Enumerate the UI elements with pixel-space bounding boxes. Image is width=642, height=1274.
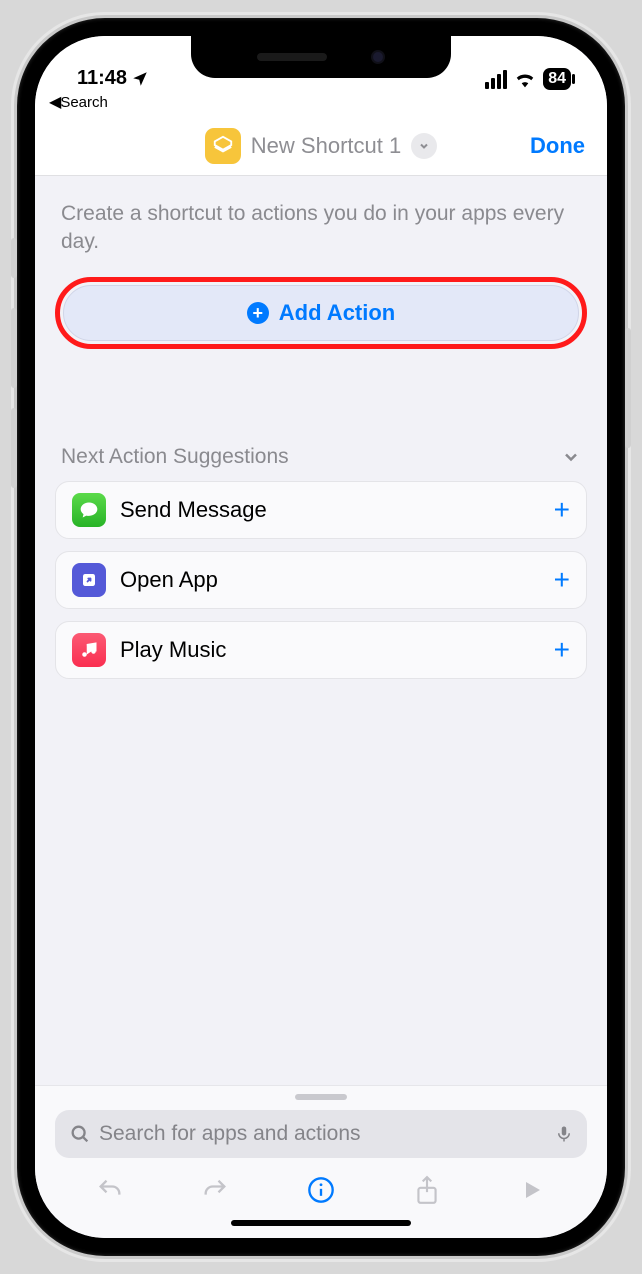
plus-icon[interactable]: + (554, 564, 570, 596)
search-icon (69, 1123, 91, 1145)
description-text: Create a shortcut to actions you do in y… (55, 176, 587, 277)
suggestions-header[interactable]: Next Action Suggestions (55, 445, 587, 481)
plus-icon[interactable]: + (554, 634, 570, 666)
device-frame: 11:48 84 ◀ Search New Shortcut 1 (17, 18, 625, 1256)
location-icon (131, 70, 149, 88)
cellular-signal-icon (485, 70, 507, 89)
shortcut-title: New Shortcut 1 (251, 133, 401, 159)
suggestions-title: Next Action Suggestions (61, 445, 289, 469)
suggestion-send-message[interactable]: Send Message + (55, 481, 587, 539)
shortcut-app-icon (205, 128, 241, 164)
share-button[interactable] (411, 1174, 443, 1206)
redo-button[interactable] (199, 1174, 231, 1206)
battery-indicator: 84 (543, 68, 571, 90)
add-action-label: Add Action (279, 300, 396, 326)
notch (191, 36, 451, 78)
breadcrumb-back[interactable]: ◀ Search (35, 90, 607, 116)
suggestion-label: Send Message (120, 497, 540, 523)
status-time: 11:48 (77, 67, 127, 90)
info-button[interactable] (305, 1174, 337, 1206)
add-action-button[interactable]: + Add Action (63, 285, 579, 341)
plus-icon[interactable]: + (554, 494, 570, 526)
sheet-grabber[interactable] (295, 1094, 347, 1100)
battery-percent: 84 (548, 70, 566, 88)
bottom-sheet: Search for apps and actions (35, 1085, 607, 1238)
undo-button[interactable] (94, 1174, 126, 1206)
home-indicator[interactable] (231, 1220, 411, 1226)
play-button[interactable] (516, 1174, 548, 1206)
music-app-icon (72, 633, 106, 667)
search-placeholder: Search for apps and actions (99, 1122, 547, 1146)
search-input[interactable]: Search for apps and actions (55, 1110, 587, 1158)
suggestion-play-music[interactable]: Play Music + (55, 621, 587, 679)
screen: 11:48 84 ◀ Search New Shortcut 1 (35, 36, 607, 1238)
highlight-annotation: + Add Action (55, 277, 587, 349)
chevron-down-icon[interactable] (411, 133, 437, 159)
chevron-down-icon (561, 447, 581, 467)
content-area: Create a shortcut to actions you do in y… (35, 176, 607, 1084)
suggestion-open-app[interactable]: Open App + (55, 551, 587, 609)
speaker (257, 53, 327, 61)
toolbar (35, 1158, 607, 1206)
nav-header: New Shortcut 1 Done (35, 116, 607, 176)
suggestion-label: Play Music (120, 637, 540, 663)
shortcut-title-group[interactable]: New Shortcut 1 (205, 128, 437, 164)
suggestion-list: Send Message + Open App + Play Music + (55, 481, 587, 679)
suggestion-label: Open App (120, 567, 540, 593)
open-app-icon (72, 563, 106, 597)
done-button[interactable]: Done (530, 133, 585, 159)
breadcrumb-label: Search (60, 94, 108, 111)
messages-app-icon (72, 493, 106, 527)
plus-circle-icon: + (247, 302, 269, 324)
front-camera (371, 50, 385, 64)
microphone-icon[interactable] (555, 1123, 573, 1145)
wifi-icon (514, 70, 536, 88)
